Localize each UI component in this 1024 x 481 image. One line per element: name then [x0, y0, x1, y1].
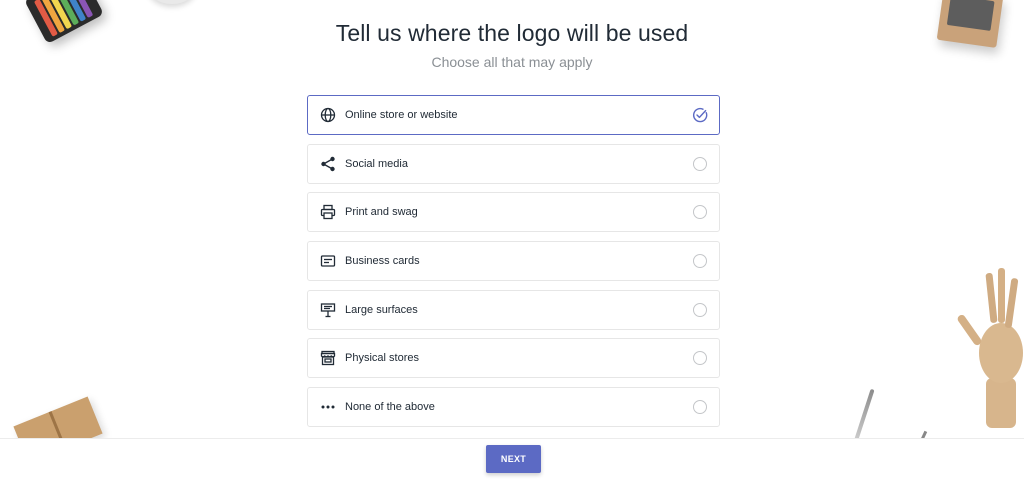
- option-print-and-swag[interactable]: Print and swag: [307, 192, 720, 233]
- option-label: None of the above: [345, 401, 435, 414]
- printer-icon: [320, 204, 336, 220]
- disc-decoration: [148, 0, 196, 4]
- option-label: Large surfaces: [345, 303, 418, 316]
- more-dots-icon: [320, 399, 336, 415]
- option-none-of-the-above[interactable]: None of the above: [307, 387, 720, 428]
- page-title: Tell us where the logo will be used: [335, 20, 689, 46]
- radio-circle[interactable]: [693, 351, 707, 366]
- logo-usage-page: Tell us where the logo will be used Choo…: [0, 0, 1024, 481]
- option-label: Social media: [345, 157, 408, 170]
- pen-decoration: [853, 388, 875, 444]
- wooden-hand-decoration: [957, 268, 1023, 428]
- next-button[interactable]: NEXT: [486, 445, 541, 473]
- radio-circle[interactable]: [693, 302, 707, 317]
- billboard-icon: [320, 302, 336, 318]
- option-online-store[interactable]: Online store or website: [307, 95, 720, 135]
- usage-options-list: Online store or website Social media Pri…: [307, 95, 720, 436]
- checkmark-circle-icon[interactable]: [692, 107, 708, 123]
- option-business-cards[interactable]: Business cards: [307, 241, 720, 282]
- option-label: Print and swag: [345, 206, 418, 219]
- radio-circle[interactable]: [693, 400, 707, 415]
- radio-circle[interactable]: [693, 205, 707, 220]
- radio-circle[interactable]: [693, 254, 707, 269]
- option-physical-stores[interactable]: Physical stores: [307, 338, 720, 379]
- option-label: Physical stores: [345, 352, 419, 365]
- share-icon: [320, 156, 336, 172]
- radio-circle[interactable]: [693, 156, 707, 171]
- page-subtitle: Choose all that may apply: [431, 54, 593, 70]
- business-card-icon: [320, 253, 336, 269]
- option-social-media[interactable]: Social media: [307, 143, 720, 184]
- option-label: Business cards: [345, 255, 420, 268]
- option-label: Online store or website: [345, 109, 458, 121]
- option-large-surfaces[interactable]: Large surfaces: [307, 289, 720, 330]
- storefront-icon: [320, 350, 336, 366]
- globe-icon: [320, 107, 336, 123]
